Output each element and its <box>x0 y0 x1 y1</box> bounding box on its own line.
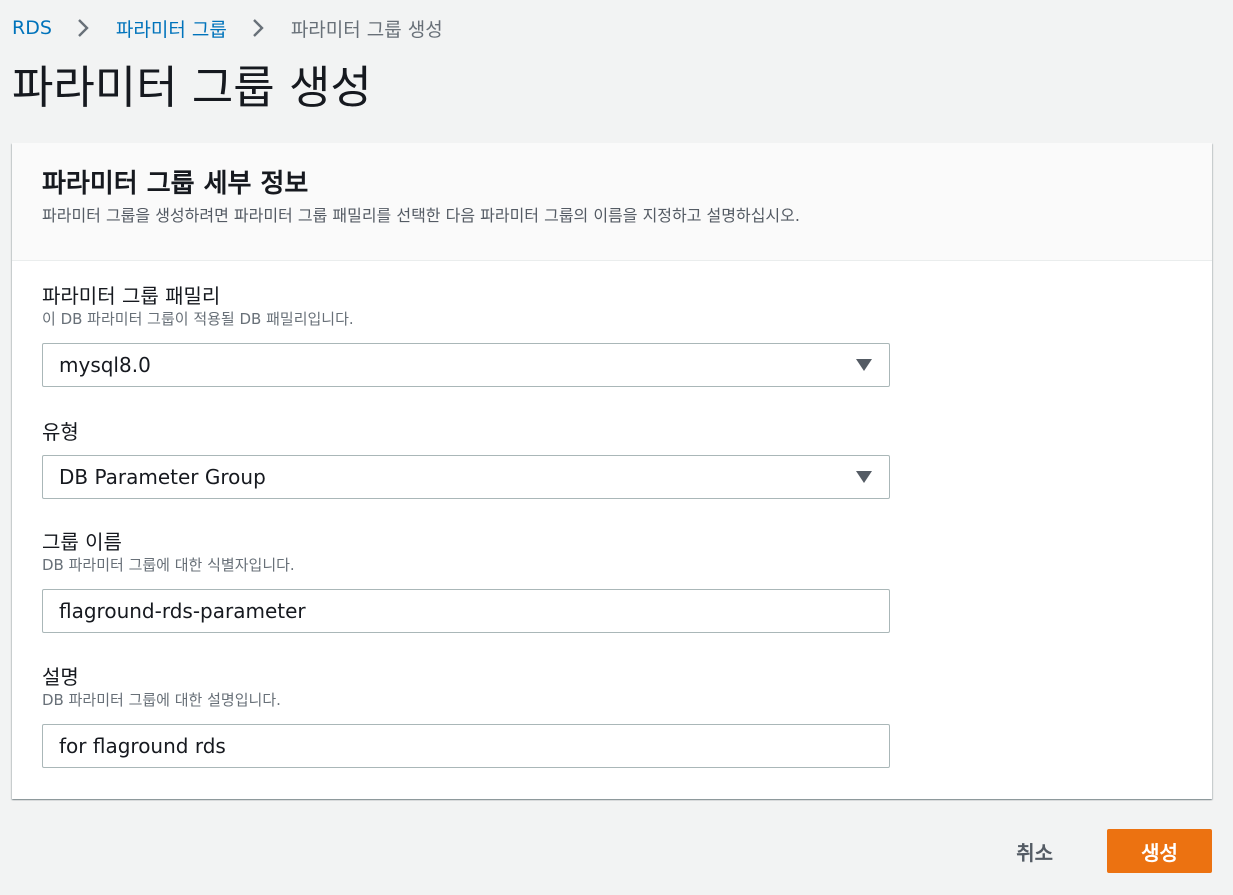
description-input[interactable]: for flaground rds <box>42 724 890 768</box>
chevron-right-icon <box>78 19 89 37</box>
type-select-value: DB Parameter Group <box>59 465 266 489</box>
panel-description: 파라미터 그룹을 생성하려면 파라미터 그룹 패밀리를 선택한 다음 파라미터 … <box>42 206 800 225</box>
breadcrumb-link-rds[interactable]: RDS <box>12 17 52 39</box>
family-label: 파라미터 그룹 패밀리 <box>42 284 221 308</box>
description-hint: DB 파라미터 그룹에 대한 설명입니다. <box>42 691 281 709</box>
group-name-field: 그룹 이름 DB 파라미터 그룹에 대한 식별자입니다. flaground-r… <box>42 529 890 633</box>
panel-header: 파라미터 그룹 세부 정보 파라미터 그룹을 생성하려면 파라미터 그룹 패밀리… <box>12 143 1212 261</box>
page-title: 파라미터 그룹 생성 <box>12 61 372 114</box>
group-name-input-value: flaground-rds-parameter <box>59 599 306 623</box>
description-label: 설명 <box>42 665 79 689</box>
breadcrumb-link-parameter-groups[interactable]: 파라미터 그룹 <box>116 15 227 42</box>
create-button[interactable]: 생성 <box>1107 829 1212 873</box>
parameter-group-details-panel: 파라미터 그룹 세부 정보 파라미터 그룹을 생성하려면 파라미터 그룹 패밀리… <box>12 143 1212 799</box>
breadcrumb-current: 파라미터 그룹 생성 <box>290 18 443 41</box>
type-label: 유형 <box>42 420 79 444</box>
group-name-label: 그룹 이름 <box>42 530 122 554</box>
family-select[interactable]: mysql8.0 <box>42 343 890 387</box>
description-input-value: for flaground rds <box>59 734 226 758</box>
panel-title: 파라미터 그룹 세부 정보 <box>42 169 309 199</box>
cancel-button[interactable]: 취소 <box>1016 829 1053 873</box>
family-field: 파라미터 그룹 패밀리 이 DB 파라미터 그룹이 적용될 DB 패밀리입니다.… <box>42 283 890 387</box>
group-name-hint: DB 파라미터 그룹에 대한 식별자입니다. <box>42 556 295 574</box>
chevron-right-icon <box>252 19 264 37</box>
type-select[interactable]: DB Parameter Group <box>42 455 890 499</box>
caret-down-icon <box>856 359 872 371</box>
breadcrumb: RDS 파라미터 그룹 파라미터 그룹 생성 <box>12 14 443 42</box>
form-actions: 취소 생성 <box>1016 829 1212 873</box>
type-field: 유형 DB Parameter Group <box>42 419 890 499</box>
caret-down-icon <box>856 471 872 483</box>
description-field: 설명 DB 파라미터 그룹에 대한 설명입니다. for flaground r… <box>42 664 890 768</box>
group-name-input[interactable]: flaground-rds-parameter <box>42 589 890 633</box>
family-select-value: mysql8.0 <box>59 353 151 377</box>
family-hint: 이 DB 파라미터 그룹이 적용될 DB 패밀리입니다. <box>42 310 354 328</box>
